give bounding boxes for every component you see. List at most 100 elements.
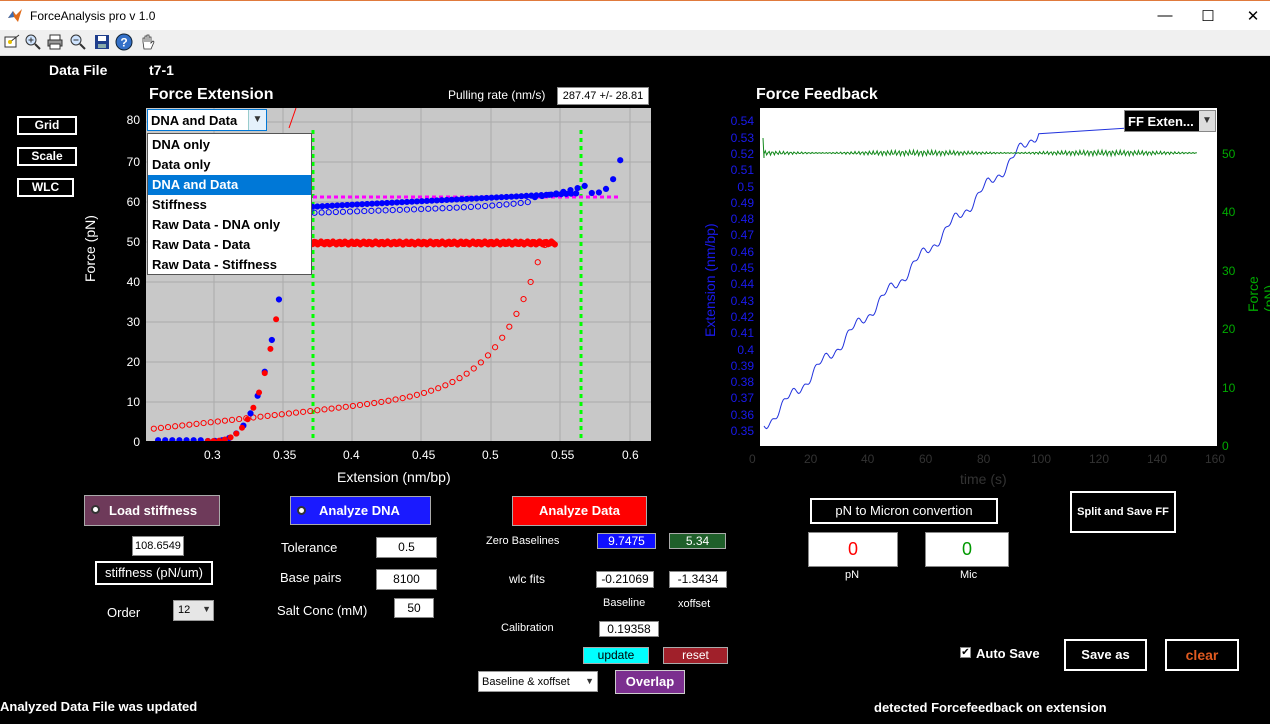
- y-tick-left: 0.46: [730, 244, 754, 259]
- scale-button[interactable]: Scale: [17, 147, 77, 166]
- load-stiffness-label: Load stiffness: [109, 503, 198, 518]
- save-icon[interactable]: [93, 33, 111, 51]
- dna-point: [423, 197, 430, 205]
- pan-hand-icon[interactable]: [139, 33, 157, 51]
- menu-item-stiffness[interactable]: Stiffness: [148, 195, 311, 215]
- dna-point: [473, 195, 480, 202]
- calibration-field[interactable]: 0.19358: [599, 621, 659, 637]
- dna-point: [418, 198, 425, 205]
- salt-conc-field[interactable]: 50: [394, 598, 434, 618]
- dna-point: [518, 193, 525, 200]
- dna-point: [329, 202, 336, 209]
- menu-item-dna-only[interactable]: DNA only: [148, 135, 311, 155]
- order-select[interactable]: 12 ▼: [173, 600, 214, 621]
- maximize-icon[interactable]: ☐: [1198, 7, 1218, 25]
- y-tick: 20: [126, 355, 140, 369]
- pn-to-micron-button[interactable]: pN to Micron convertion: [810, 498, 998, 524]
- y-tick-right: 30: [1222, 264, 1236, 278]
- load-stiffness-button[interactable]: Load stiffness: [84, 495, 220, 526]
- data-point: [250, 404, 257, 411]
- wlc-fit-baseline-field[interactable]: -0.21069: [596, 571, 654, 588]
- force-extension-title: Force Extension: [149, 86, 274, 103]
- menu-item-raw-stiffness[interactable]: Raw Data - Stiffness: [148, 255, 311, 275]
- dna-point: [162, 437, 169, 441]
- update-button[interactable]: update: [583, 647, 649, 664]
- dna-point: [413, 198, 420, 205]
- y-tick: 0: [133, 435, 140, 449]
- menu-item-data-only[interactable]: Data only: [148, 155, 311, 175]
- chevron-down-icon[interactable]: ▼: [248, 110, 266, 130]
- dna-point: [588, 189, 595, 197]
- wlc-button[interactable]: WLC: [17, 178, 74, 197]
- analyze-dna-label: Analyze DNA: [319, 503, 400, 518]
- grid-button[interactable]: Grid: [17, 116, 77, 135]
- stiffness-units-button[interactable]: stiffness (pN/um): [95, 561, 213, 585]
- split-and-save-ff-button[interactable]: Split and Save FF: [1070, 491, 1176, 533]
- dna-point: [573, 190, 580, 197]
- dna-point: [610, 176, 617, 183]
- zoom-in-icon[interactable]: [24, 33, 42, 51]
- chevron-down-icon: ▼: [202, 604, 211, 614]
- y-tick-right: 0: [1222, 439, 1229, 453]
- wlc-fits-label: wlc fits: [509, 572, 545, 586]
- fe-y-ticks: 0 10 20 30 40 50 60 70 80: [118, 108, 142, 449]
- stiffness-value-field[interactable]: 108.6549: [132, 536, 184, 556]
- dna-point: [438, 197, 445, 204]
- x-tick: 0.4: [343, 448, 360, 462]
- ff-x-axis-label: time (s): [960, 471, 1007, 487]
- menu-item-dna-and-data[interactable]: DNA and Data: [148, 175, 311, 195]
- close-icon[interactable]: ✕: [1243, 7, 1263, 25]
- save-as-button[interactable]: Save as: [1064, 639, 1147, 671]
- analyze-data-button[interactable]: Analyze Data: [512, 496, 647, 526]
- x-tick: 0.3: [204, 448, 221, 462]
- y-tick-left: 0.43: [730, 293, 754, 308]
- dna-point: [373, 200, 381, 207]
- x-tick: 60: [919, 452, 933, 466]
- y-tick-left: 0.48: [730, 212, 754, 227]
- y-tick-left: 0.36: [730, 407, 754, 422]
- print-icon[interactable]: [46, 33, 64, 51]
- dna-point: [463, 195, 470, 203]
- y-tick-left: 0.52: [730, 146, 754, 161]
- zero-baseline-2-field[interactable]: 5.34: [669, 533, 726, 549]
- force-feedback-title: Force Feedback: [756, 86, 878, 103]
- insert-data-cursor-icon[interactable]: [3, 33, 21, 51]
- analyze-dna-button[interactable]: Analyze DNA: [290, 496, 431, 525]
- help-icon[interactable]: ?: [115, 33, 133, 51]
- title-bar: ForceAnalysis pro v 1.0 — ☐ ✕: [0, 0, 1270, 30]
- y-tick-left: 0.35: [730, 424, 754, 438]
- dna-point: [468, 195, 475, 202]
- dna-point: [359, 201, 366, 208]
- ff-plot-background: [760, 108, 1217, 446]
- fe-plot-select[interactable]: DNA and Data ▼: [147, 109, 267, 131]
- y-tick: 70: [126, 155, 140, 169]
- auto-save-checkbox[interactable]: ✔: [960, 647, 971, 658]
- zoom-out-icon[interactable]: [69, 33, 87, 51]
- dna-point: [574, 185, 581, 192]
- clear-button[interactable]: clear: [1165, 639, 1239, 671]
- dna-point: [154, 437, 162, 441]
- minimize-icon[interactable]: —: [1155, 7, 1175, 24]
- reset-button[interactable]: reset: [663, 647, 728, 664]
- zero-baseline-1-field[interactable]: 9.7475: [597, 533, 656, 549]
- dna-point: [513, 193, 520, 200]
- dna-point: [488, 194, 495, 201]
- wlc-fit-xoffset-field[interactable]: -1.3434: [669, 571, 727, 588]
- dna-point: [493, 194, 500, 201]
- force-feedback-plot: [760, 108, 1217, 446]
- svg-text:?: ?: [120, 36, 127, 50]
- data-point: [216, 437, 223, 441]
- overlap-button[interactable]: Overlap: [615, 670, 685, 694]
- menu-item-raw-dna-only[interactable]: Raw Data - DNA only: [148, 215, 311, 235]
- tolerance-field[interactable]: 0.5: [376, 537, 437, 558]
- zero-baselines-label: Zero Baselines: [486, 535, 560, 547]
- y-tick-left: 0.37: [730, 391, 754, 406]
- chevron-down-icon[interactable]: ▼: [1199, 111, 1215, 131]
- x-tick: 0: [749, 452, 756, 466]
- base-pairs-field[interactable]: 8100: [376, 569, 437, 590]
- menu-item-raw-data[interactable]: Raw Data - Data: [148, 235, 311, 255]
- overlap-mode-select[interactable]: Baseline & xoffset ▼: [478, 671, 598, 692]
- dna-point: [339, 202, 346, 209]
- ff-plot-select[interactable]: FF Exten... ▼: [1124, 110, 1216, 132]
- data-point: [227, 434, 234, 441]
